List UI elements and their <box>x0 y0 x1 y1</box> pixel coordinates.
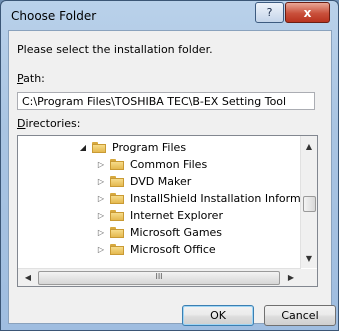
folder-icon <box>110 243 124 255</box>
dialog-body: Please select the installation folder. P… <box>8 30 336 326</box>
tree-item-label: Microsoft Games <box>130 225 223 239</box>
collapsed-arrow-icon[interactable]: ▷ <box>96 177 106 186</box>
title-bar[interactable]: Choose Folder ? x <box>1 1 338 31</box>
folder-icon <box>110 192 124 204</box>
folder-icon <box>110 226 124 238</box>
tree-item-label: Microsoft Office <box>130 242 216 256</box>
folder-icon <box>110 209 124 221</box>
vertical-scrollbar[interactable]: ▲ ▼ <box>300 136 317 268</box>
scrollbar-corner <box>301 269 317 286</box>
path-label: Path: <box>17 72 45 85</box>
tree-item-microsoft-office[interactable]: ▷ Microsoft Office <box>96 241 216 257</box>
tree-item-dvd-maker[interactable]: ▷ DVD Maker <box>96 173 191 189</box>
tree-item-program-files[interactable]: ◢ Program Files <box>78 139 186 155</box>
choose-folder-dialog: Choose Folder ? x Please select the inst… <box>0 0 339 331</box>
directories-label-text: irectories: <box>25 117 81 130</box>
scroll-left-arrow-icon[interactable]: ◀ <box>20 269 36 286</box>
tree-item-internet-explorer[interactable]: ▷ Internet Explorer <box>96 207 223 223</box>
collapsed-arrow-icon[interactable]: ▷ <box>96 211 106 220</box>
tree-item-microsoft-games[interactable]: ▷ Microsoft Games <box>96 224 222 240</box>
tree-item-label: Common Files <box>130 157 208 171</box>
collapsed-arrow-icon[interactable]: ▷ <box>96 194 106 203</box>
horizontal-scrollbar[interactable]: ◀ III ▶ <box>18 268 301 286</box>
scroll-down-arrow-icon[interactable]: ▼ <box>301 250 317 266</box>
tree-item-common-files[interactable]: ▷ Common Files <box>96 156 207 172</box>
dialog-title: Choose Folder <box>11 9 97 23</box>
tree-item-label: DVD Maker <box>130 174 192 188</box>
scroll-up-arrow-icon[interactable]: ▲ <box>301 138 317 154</box>
ok-button[interactable]: OK <box>182 305 254 326</box>
close-button[interactable]: x <box>285 2 330 23</box>
tree-item-installshield[interactable]: ▷ InstallShield Installation Information <box>96 190 318 206</box>
horizontal-scroll-thumb[interactable]: III <box>38 271 280 285</box>
close-icon: x <box>303 5 312 20</box>
folder-icon <box>92 141 106 153</box>
tree-item-label: Internet Explorer <box>130 208 223 222</box>
collapsed-arrow-icon[interactable]: ▷ <box>96 160 106 169</box>
path-label-text: ath: <box>23 72 45 85</box>
scroll-right-arrow-icon[interactable]: ▶ <box>283 269 299 286</box>
vertical-scroll-thumb[interactable] <box>303 196 316 212</box>
path-input[interactable]: C:\Program Files\TOSHIBA TEC\B-EX Settin… <box>17 92 315 110</box>
tree-item-label: Program Files <box>112 140 187 154</box>
collapsed-arrow-icon[interactable]: ▷ <box>96 245 106 254</box>
folder-icon <box>110 175 124 187</box>
directories-label: Directories: <box>17 117 80 130</box>
help-button[interactable]: ? <box>255 2 284 23</box>
cancel-button[interactable]: Cancel <box>264 305 336 326</box>
directories-tree[interactable]: ◢ Program Files ▷ Common Files ▷ DVD Mak… <box>17 135 318 287</box>
folder-icon <box>110 158 124 170</box>
tree-item-label: InstallShield Installation Information <box>130 191 318 205</box>
help-icon: ? <box>266 6 273 19</box>
instruction-text: Please select the installation folder. <box>17 43 213 56</box>
collapsed-arrow-icon[interactable]: ▷ <box>96 228 106 237</box>
expanded-arrow-icon[interactable]: ◢ <box>78 143 88 152</box>
